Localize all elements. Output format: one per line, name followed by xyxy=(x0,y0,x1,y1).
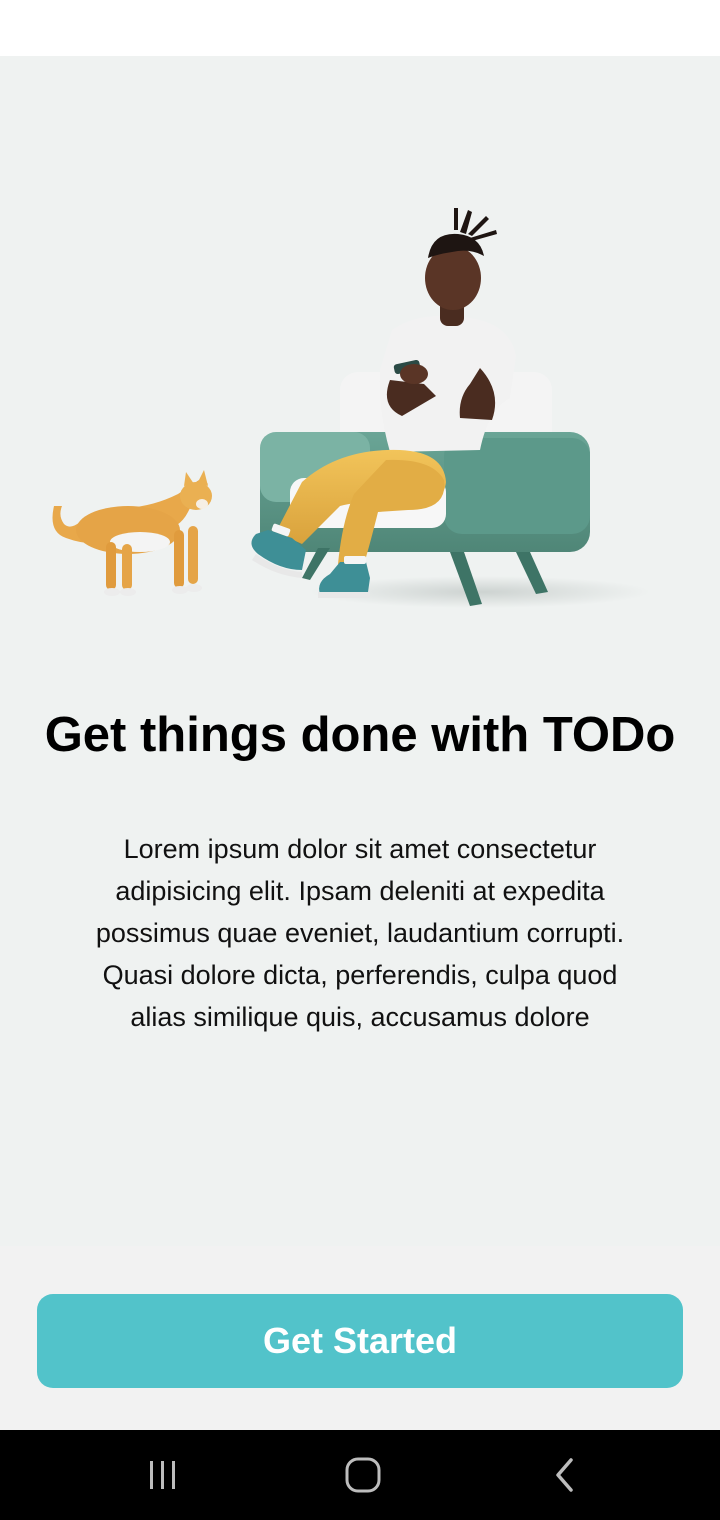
home-icon[interactable] xyxy=(303,1430,423,1520)
status-bar xyxy=(0,0,720,56)
onboarding-description: Lorem ipsum dolor sit amet consectetur a… xyxy=(95,834,625,1032)
system-navigation-bar xyxy=(0,1430,720,1520)
back-icon[interactable] xyxy=(505,1430,625,1520)
onboarding-title: Get things done with TODo xyxy=(44,708,676,762)
onboarding-illustration xyxy=(52,208,650,608)
recents-icon[interactable] xyxy=(103,1430,223,1520)
get-started-button[interactable]: Get Started xyxy=(37,1294,683,1388)
